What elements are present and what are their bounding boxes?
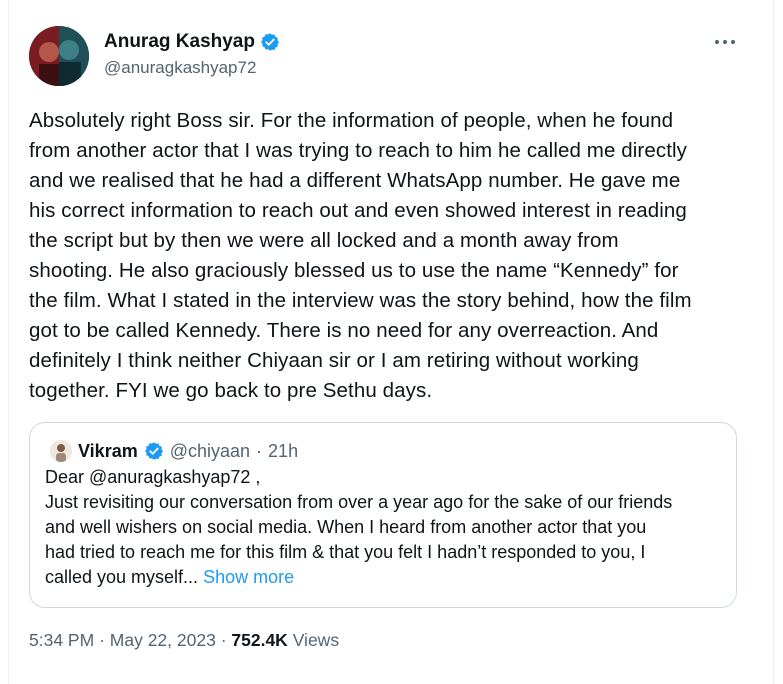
meta-separator: · xyxy=(220,630,227,650)
quoted-author-avatar[interactable] xyxy=(50,440,72,462)
quoted-tweet-header: Vikram @chiyaan · 21h xyxy=(50,440,298,462)
views-label: Views xyxy=(292,630,340,650)
more-options-button[interactable] xyxy=(710,30,740,54)
verified-badge-icon xyxy=(260,33,279,51)
tweet-meta: 5:34 PM · May 22, 2023 · 752.4K Views xyxy=(29,630,339,651)
quoted-avatar-image xyxy=(50,440,72,462)
more-dot xyxy=(723,40,727,44)
tweet-text: Absolutely right Boss sir. For the infor… xyxy=(29,109,692,402)
author-name[interactable]: Anurag Kashyap xyxy=(104,31,255,53)
quoted-tweet[interactable]: Vikram @chiyaan · 21h Dear @anuragkashya… xyxy=(29,422,737,608)
avatar-image xyxy=(29,26,89,86)
meta-separator: · xyxy=(99,630,105,650)
author-name-row[interactable]: Anurag Kashyap xyxy=(104,31,280,53)
quoted-timestamp[interactable]: 21h xyxy=(268,441,298,462)
author-avatar[interactable] xyxy=(29,26,89,86)
quoted-separator: · xyxy=(256,440,263,461)
views-count: 752.4K xyxy=(231,630,288,650)
quoted-author-name[interactable]: Vikram xyxy=(78,441,138,462)
more-horizontal-icon xyxy=(715,40,719,44)
tweet-date[interactable]: May 22, 2023 xyxy=(110,630,216,650)
verified-badge-icon xyxy=(144,442,163,460)
more-dot xyxy=(731,40,735,44)
quoted-author-handle[interactable]: @chiyaan xyxy=(170,441,250,462)
quoted-tweet-text: Dear @anuragkashyap72 , Just revisiting … xyxy=(45,465,735,590)
quoted-tweet-body: Dear @anuragkashyap72 , Just revisiting … xyxy=(45,467,673,587)
show-more-link[interactable]: Show more xyxy=(203,567,294,587)
author-handle[interactable]: @anuragkashyap72 xyxy=(104,58,256,78)
tweet-time[interactable]: 5:34 PM xyxy=(29,630,94,650)
